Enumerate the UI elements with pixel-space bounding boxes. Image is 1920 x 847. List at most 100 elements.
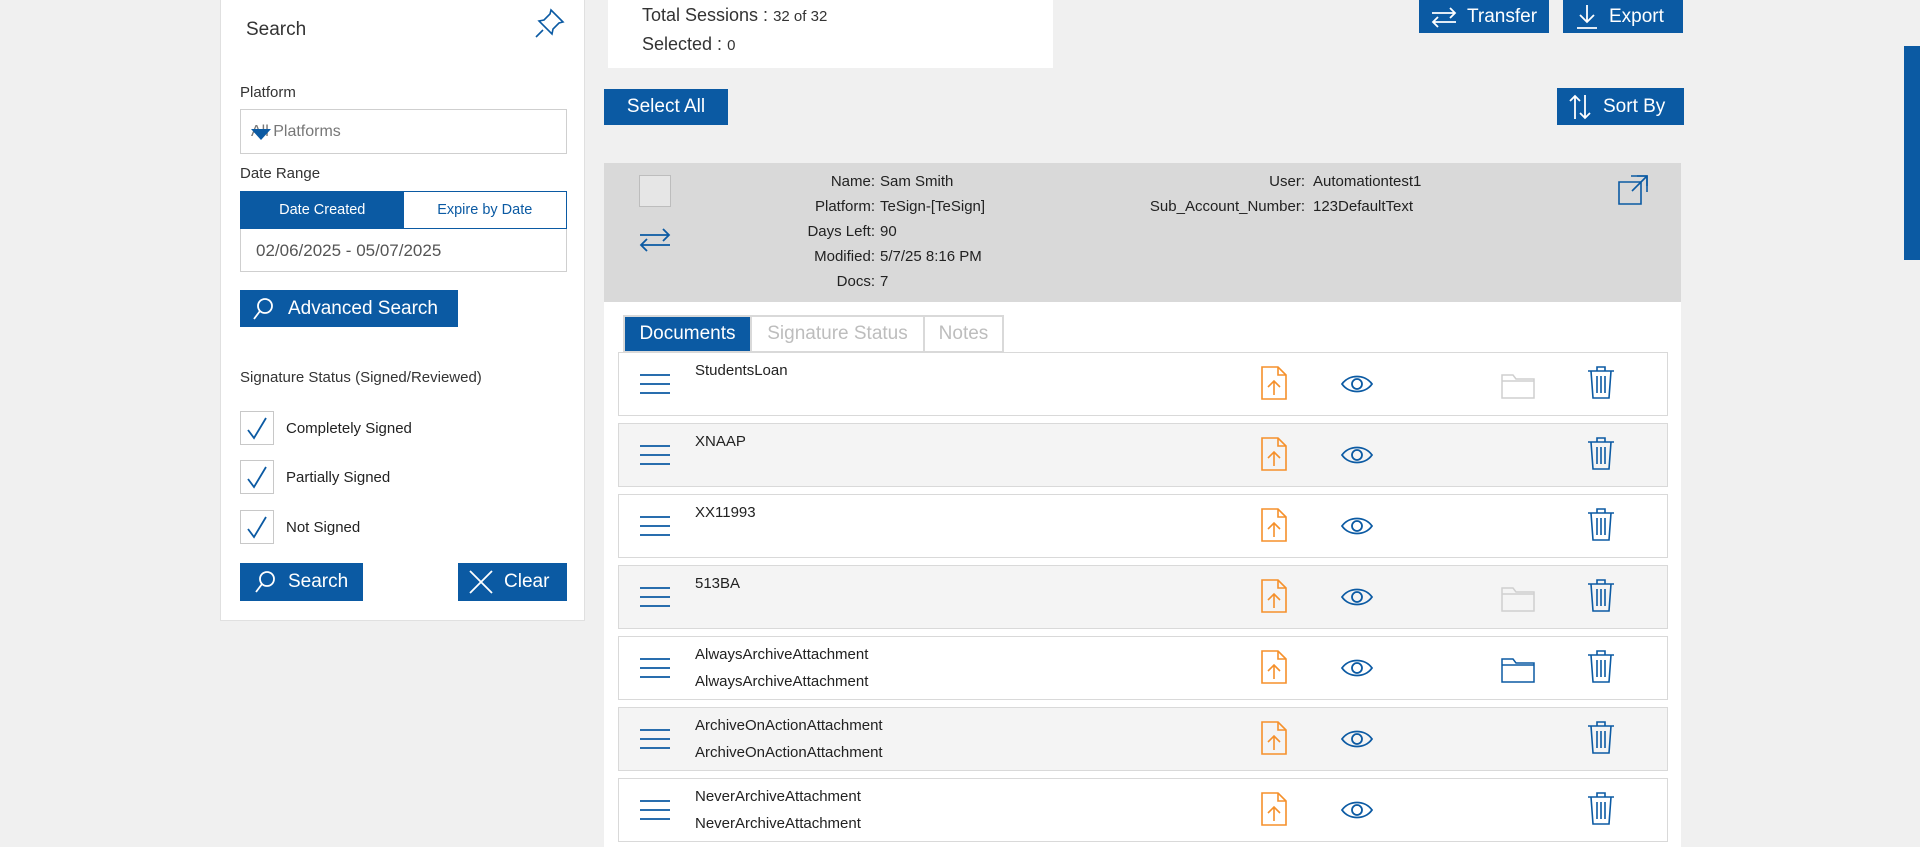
- export-label: Export: [1609, 5, 1664, 27]
- advanced-search-label: Advanced Search: [288, 297, 438, 319]
- platform-label: Platform:: [814, 198, 875, 215]
- menu-icon[interactable]: [639, 657, 671, 679]
- menu-icon[interactable]: [639, 586, 671, 608]
- search-button-label: Search: [288, 571, 349, 592]
- session-header: Name: Sam Smith Platform: TeSign-[TeSign…: [604, 163, 1681, 302]
- trash-icon[interactable]: [1587, 436, 1615, 470]
- checkbox-label: Completely Signed: [286, 419, 412, 437]
- trash-icon[interactable]: [1587, 791, 1615, 825]
- eye-icon[interactable]: [1341, 728, 1373, 750]
- trash-icon[interactable]: [1587, 365, 1615, 399]
- upload-file-icon[interactable]: [1261, 437, 1287, 471]
- total-sessions: Total Sessions : 32 of 32: [642, 5, 827, 26]
- trash-icon[interactable]: [1587, 720, 1615, 754]
- days-left-value: 90: [880, 223, 897, 240]
- document-row[interactable]: NeverArchiveAttachment NeverArchiveAttach…: [618, 778, 1668, 842]
- menu-icon[interactable]: [639, 799, 671, 821]
- checkbox-partially-signed[interactable]: Partially Signed: [240, 460, 390, 494]
- select-all-button[interactable]: Select All: [604, 89, 728, 125]
- document-name: AlwaysArchiveAttachment: [695, 646, 869, 663]
- eye-icon[interactable]: [1341, 586, 1373, 608]
- document-row[interactable]: XNAAP: [618, 423, 1668, 487]
- transfer-label: Transfer: [1467, 5, 1538, 27]
- modified-value: 5/7/25 8:16 PM: [880, 248, 982, 265]
- days-left-label: Days Left:: [807, 223, 875, 240]
- docs-label: Docs:: [836, 273, 875, 290]
- chevron-down-icon: [251, 129, 546, 141]
- clear-button-label: Clear: [504, 571, 550, 592]
- scrollbar-thumb[interactable]: [1904, 46, 1920, 260]
- eye-icon[interactable]: [1341, 444, 1373, 466]
- open-external-icon[interactable]: [1617, 172, 1651, 206]
- document-name: 513BA: [695, 575, 741, 592]
- document-row[interactable]: AlwaysArchiveAttachment AlwaysArchiveAtta…: [618, 636, 1668, 700]
- document-subname: NeverArchiveAttachment: [695, 815, 861, 832]
- name-label: Name:: [830, 173, 875, 190]
- eye-icon[interactable]: [1341, 373, 1373, 395]
- session-tabs: Documents Signature Status Notes: [623, 315, 1004, 353]
- checkbox-completely-signed[interactable]: Completely Signed: [240, 411, 412, 445]
- sub-account-value: 123DefaultText: [1313, 198, 1414, 215]
- trash-icon[interactable]: [1587, 507, 1615, 541]
- user-value: Automationtest1: [1313, 173, 1422, 190]
- name-value: Sam Smith: [880, 173, 954, 190]
- folder-icon[interactable]: [1501, 655, 1535, 683]
- selected-value: 0: [727, 37, 736, 54]
- modified-label: Modified:: [814, 248, 875, 265]
- menu-icon[interactable]: [639, 444, 671, 466]
- document-row[interactable]: 513BA: [618, 565, 1668, 629]
- platform-select[interactable]: All Platforms: [240, 109, 567, 154]
- upload-file-icon[interactable]: [1261, 650, 1287, 684]
- export-button[interactable]: Export: [1563, 0, 1683, 33]
- sub-account-label: Sub_Account_Number:: [1149, 198, 1305, 215]
- checkbox[interactable]: [240, 411, 274, 445]
- close-icon: [468, 569, 494, 595]
- document-row[interactable]: ArchiveOnActionAttachment ArchiveOnAction…: [618, 707, 1668, 771]
- checkbox[interactable]: [240, 460, 274, 494]
- session-select-checkbox[interactable]: [639, 175, 671, 207]
- expire-by-date-button[interactable]: Expire by Date: [403, 192, 566, 228]
- eye-icon[interactable]: [1341, 515, 1373, 537]
- eye-icon[interactable]: [1341, 657, 1373, 679]
- platform-label: Platform: [240, 84, 296, 101]
- sort-by-button[interactable]: Sort By: [1557, 88, 1684, 125]
- tab-notes[interactable]: Notes: [923, 315, 1004, 353]
- transfer-button[interactable]: Transfer: [1419, 0, 1549, 33]
- selected-count: Selected : 0: [642, 34, 735, 55]
- checkbox-label: Partially Signed: [286, 468, 391, 486]
- trash-icon[interactable]: [1587, 578, 1615, 612]
- clear-button[interactable]: Clear: [458, 563, 567, 601]
- upload-file-icon[interactable]: [1261, 508, 1287, 542]
- document-row[interactable]: StudentsLoan: [618, 352, 1668, 416]
- menu-icon[interactable]: [639, 373, 671, 395]
- upload-file-icon[interactable]: [1261, 721, 1287, 755]
- search-icon: [254, 570, 278, 594]
- menu-icon[interactable]: [639, 728, 671, 750]
- checkbox[interactable]: [240, 510, 274, 544]
- document-row[interactable]: XX11993: [618, 494, 1668, 558]
- menu-icon[interactable]: [639, 515, 671, 537]
- trash-icon[interactable]: [1587, 649, 1615, 683]
- checkbox-not-signed[interactable]: Not Signed: [240, 510, 360, 544]
- eye-icon[interactable]: [1341, 799, 1373, 821]
- checkbox-label: Not Signed: [286, 518, 361, 536]
- platform-value: TeSign-[TeSign]: [880, 198, 986, 215]
- transfer-icon[interactable]: [639, 226, 671, 254]
- tab-signature-status[interactable]: Signature Status: [750, 315, 925, 353]
- upload-file-icon[interactable]: [1261, 792, 1287, 826]
- date-created-button[interactable]: Date Created: [241, 192, 404, 228]
- advanced-search-button[interactable]: Advanced Search: [240, 290, 458, 327]
- tab-documents[interactable]: Documents: [623, 315, 752, 353]
- document-subname: ArchiveOnActionAttachment: [695, 744, 883, 761]
- search-icon: [252, 297, 276, 321]
- upload-file-icon[interactable]: [1261, 579, 1287, 613]
- date-range-input[interactable]: 02/06/2025 - 05/07/2025: [240, 229, 567, 272]
- pin-icon[interactable]: [533, 6, 567, 40]
- upload-file-icon[interactable]: [1261, 366, 1287, 400]
- search-button[interactable]: Search: [240, 563, 363, 601]
- total-sessions-label: Total Sessions :: [642, 5, 769, 25]
- docs-value: 7: [880, 273, 889, 290]
- document-name: StudentsLoan: [695, 362, 788, 379]
- folder-icon[interactable]: [1501, 371, 1535, 399]
- folder-icon[interactable]: [1501, 584, 1535, 612]
